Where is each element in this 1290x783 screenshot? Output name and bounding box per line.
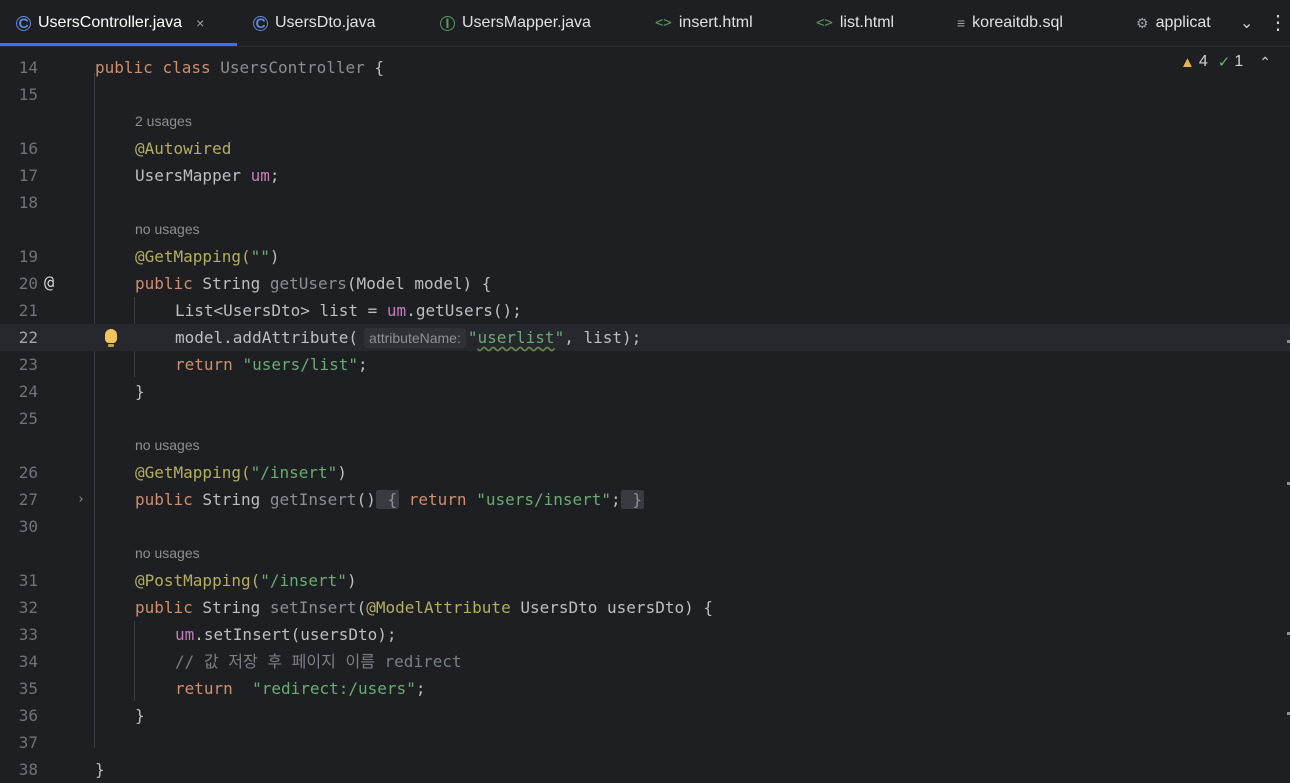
code-text: } <box>95 760 105 779</box>
code-line: 27 › public String getInsert() { return … <box>0 486 1290 513</box>
code-text: public String getInsert() { return "user… <box>135 490 644 509</box>
code-text: return "redirect:/users"; <box>175 679 426 698</box>
line-number: 37 <box>18 733 38 752</box>
line-number: 27 <box>18 490 38 509</box>
line-number: 18 <box>18 193 38 212</box>
line-number: 38 <box>18 760 38 779</box>
code-text: @GetMapping("/insert") <box>135 463 347 482</box>
tab-userscontroller[interactable]: C UsersController.java × <box>16 0 204 46</box>
usages-hint[interactable]: 2 usages <box>135 108 192 135</box>
line-number: 17 <box>18 166 38 185</box>
code-line: 15 <box>0 81 1290 108</box>
code-line: 35 return "redirect:/users"; <box>0 675 1290 702</box>
code-line: 25 <box>0 405 1290 432</box>
line-number: 20 <box>18 274 38 293</box>
code-text: UsersMapper um; <box>135 166 280 185</box>
usages-hint[interactable]: no usages <box>135 216 200 243</box>
code-line: 30 <box>0 513 1290 540</box>
code-line: 34 // 값 저장 후 페이지 이름 redirect <box>0 648 1290 675</box>
chevron-down-icon[interactable]: ⌄ <box>1240 0 1253 46</box>
code-line: 36 } <box>0 702 1290 729</box>
code-line: 17 UsersMapper um; <box>0 162 1290 189</box>
code-line-current: 22 model.addAttribute(attributeName: "use… <box>0 324 1290 351</box>
line-number: 26 <box>18 463 38 482</box>
close-icon[interactable]: × <box>196 15 204 31</box>
line-number: 22 <box>18 328 38 347</box>
line-number: 30 <box>18 517 38 536</box>
code-text: public String setInsert(@ModelAttribute … <box>135 598 713 617</box>
tab-label: insert.html <box>678 14 753 31</box>
tab-label: applicat <box>1155 14 1211 31</box>
code-line: 20 @ public String getUsers(Model model)… <box>0 270 1290 297</box>
line-number: 25 <box>18 409 38 428</box>
line-number: 15 <box>18 85 38 104</box>
code-line: 21 List<UsersDto> list = um.getUsers(); <box>0 297 1290 324</box>
tab-usersdto[interactable]: C UsersDto.java <box>253 0 375 46</box>
html-icon: <> <box>816 15 833 31</box>
code-text: model.addAttribute(attributeName: "userli… <box>175 328 642 348</box>
line-number: 24 <box>18 382 38 401</box>
code-text: return "users/list"; <box>175 355 368 374</box>
line-number: 14 <box>18 58 38 77</box>
parameter-hint: attributeName: <box>364 328 466 348</box>
line-number: 36 <box>18 706 38 725</box>
tab-label: list.html <box>839 14 895 31</box>
class-icon: C <box>253 15 268 31</box>
tab-label: UsersMapper.java <box>462 14 591 31</box>
line-number: 21 <box>18 301 38 320</box>
fold-chevron-icon[interactable]: › <box>77 486 85 513</box>
code-text: public class UsersController { <box>95 58 385 77</box>
code-text: } <box>135 706 145 725</box>
code-text: @PostMapping("/insert") <box>135 571 357 590</box>
tab-label: UsersDto.java <box>275 14 376 31</box>
code-text: @GetMapping("") <box>135 247 280 266</box>
code-text: // 값 저장 후 페이지 이름 redirect <box>175 652 462 671</box>
code-line: 16 @Autowired <box>0 135 1290 162</box>
settings-icon: ⚙ <box>1136 14 1149 31</box>
line-number: 16 <box>18 139 38 158</box>
tab-insert-html[interactable]: <> insert.html <box>655 0 753 46</box>
request-mapping-icon[interactable]: @ <box>44 270 54 297</box>
tab-label: koreaitdb.sql <box>972 14 1063 31</box>
usages-hint[interactable]: no usages <box>135 432 200 459</box>
interface-icon: I <box>440 15 455 31</box>
code-line: 33 um.setInsert(usersDto); <box>0 621 1290 648</box>
line-number: 23 <box>18 355 38 374</box>
line-number: 34 <box>18 652 38 671</box>
code-text: @Autowired <box>135 139 232 158</box>
code-text: List<UsersDto> list = um.getUsers(); <box>175 301 522 320</box>
tab-koreaitdb-sql[interactable]: ≡ koreaitdb.sql <box>957 0 1063 46</box>
code-line: 14 public class UsersController { <box>0 54 1290 81</box>
code-text: } <box>135 382 145 401</box>
line-number: 19 <box>18 247 38 266</box>
code-line: 26 @GetMapping("/insert") <box>0 459 1290 486</box>
code-text: um.setInsert(usersDto); <box>175 625 397 644</box>
line-number: 32 <box>18 598 38 617</box>
code-line: 31 @PostMapping("/insert") <box>0 567 1290 594</box>
tab-list-html[interactable]: <> list.html <box>816 0 894 46</box>
editor-tab-bar: C UsersController.java × C UsersDto.java… <box>0 0 1290 47</box>
line-number: 33 <box>18 625 38 644</box>
usages-hint[interactable]: no usages <box>135 540 200 567</box>
html-icon: <> <box>655 15 672 31</box>
line-number: 31 <box>18 571 38 590</box>
tab-label: UsersController.java <box>38 14 183 31</box>
code-text: public String getUsers(Model model) { <box>135 274 492 293</box>
line-number: 35 <box>18 679 38 698</box>
code-line: 18 <box>0 189 1290 216</box>
code-line: 37 <box>0 729 1290 756</box>
code-editor[interactable]: 14 public class UsersController { 15 2 u… <box>0 46 1290 781</box>
class-icon: C <box>16 15 31 31</box>
tab-usersmapper[interactable]: I UsersMapper.java <box>440 0 591 46</box>
tab-application[interactable]: ⚙ applicat <box>1136 0 1226 46</box>
lightbulb-icon[interactable] <box>105 329 117 347</box>
code-line: 32 public String setInsert(@ModelAttribu… <box>0 594 1290 621</box>
code-line: 24 } <box>0 378 1290 405</box>
code-line: 19 @GetMapping("") <box>0 243 1290 270</box>
more-vertical-icon[interactable]: ⋮ <box>1268 8 1288 36</box>
code-line: 23 return "users/list"; <box>0 351 1290 378</box>
sql-icon: ≡ <box>957 15 966 31</box>
code-line: 38 } <box>0 756 1290 783</box>
